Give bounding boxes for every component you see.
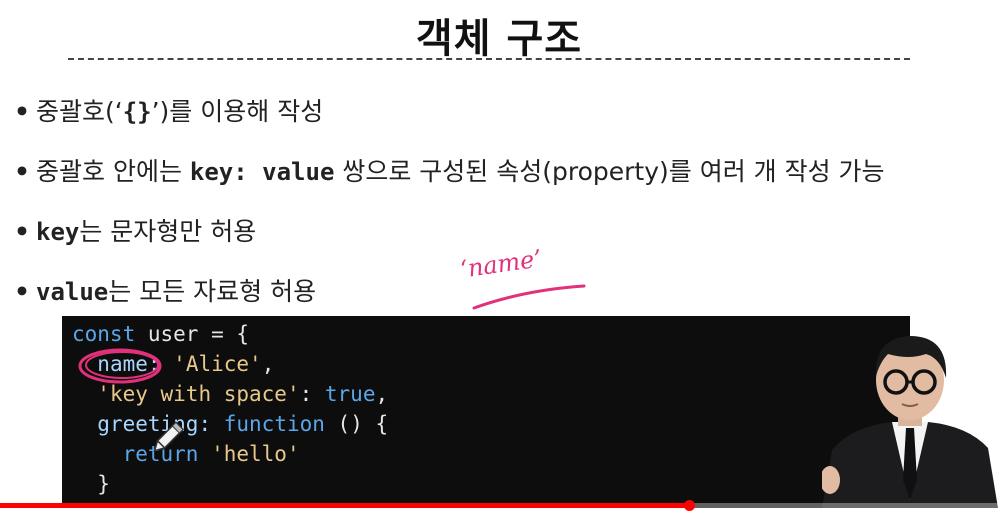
code-string: 'hello' [211,442,300,466]
code-punct: , [375,382,389,406]
slide-title: 객체 구조 [415,16,583,62]
code-keyword: function [223,412,325,436]
bullet-code: key [36,218,80,246]
code-line: } [72,472,110,496]
code-punct: : [299,382,325,406]
code-keyword: const [72,322,136,346]
bullet-text-post: 는 문자형만 허용 [79,217,257,246]
bullet-dot: • [14,97,30,126]
bullet-text-post: 는 모든 자료형 허용 [108,277,317,306]
code-text: user = { [135,322,250,346]
code-punct: , [261,352,275,376]
code-string: 'Alice' [173,352,262,376]
bullet-item: • 중괄호 안에는 key: value 쌍으로 구성된 속성(property)… [14,152,885,188]
bullet-item: • 중괄호(‘{}’)를 이용해 작성 [14,92,323,128]
bullet-text-post: 쌍으로 구성된 속성(property)를 여러 개 작성 가능 [334,157,885,186]
title-divider [68,58,910,60]
highlight-circle [78,348,162,384]
code-block: const user = { name: 'Alice', 'key with … [62,316,910,508]
code-bool: true [324,382,376,406]
bullet-text-pre: 중괄호 안에는 [36,157,190,186]
bullet-text-post: ’)를 이용해 작성 [151,97,324,126]
progress-played [0,503,689,508]
code-text: () { [324,412,389,436]
progress-scrubber[interactable] [683,500,695,511]
bullet-item: • key는 문자형만 허용 [14,212,256,248]
bullet-code: value [36,278,109,306]
bullet-dot: • [14,157,30,186]
code-line: greeting: function () { [72,412,388,436]
pencil-cursor-icon [146,418,186,462]
bullet-dot: • [14,277,30,306]
presenter-webcam [820,330,998,508]
code-punct: } [97,472,110,496]
annotation-underline [472,284,586,310]
bullet-code: key: value [189,158,335,186]
video-progress-bar[interactable] [0,500,998,511]
code-line: const user = { [72,322,249,346]
bullet-dot: • [14,217,30,246]
bullet-item: • value는 모든 자료형 허용 [14,272,316,308]
bullet-code: {} [122,98,152,126]
bullet-text-pre: 중괄호(‘ [36,97,123,126]
